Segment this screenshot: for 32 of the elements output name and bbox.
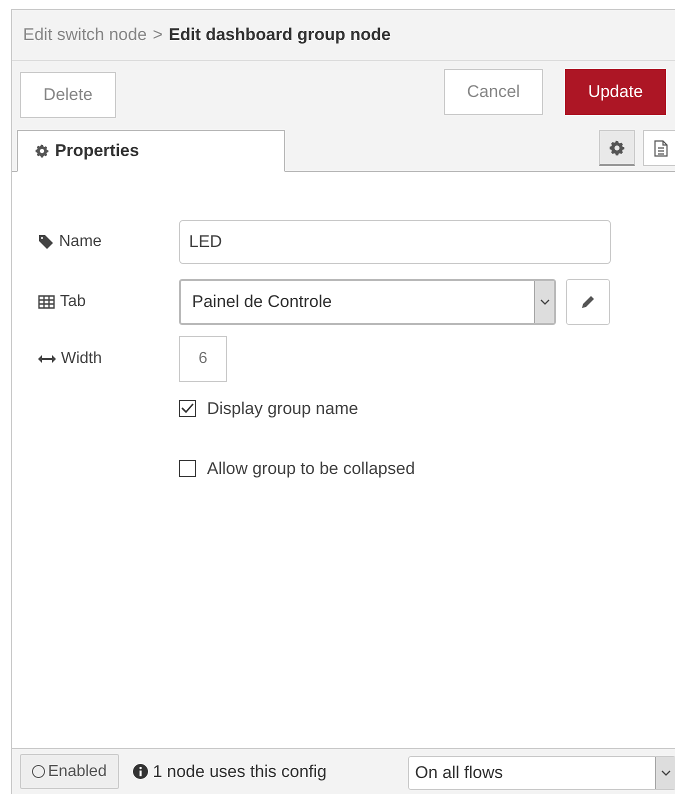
info-icon: [132, 764, 148, 779]
name-input-field[interactable]: LED: [179, 220, 611, 264]
checkbox[interactable]: [179, 400, 196, 418]
enabled-toggle-button[interactable]: Enabled: [20, 754, 119, 789]
tag-icon: [38, 234, 54, 250]
properties-tab[interactable]: Properties: [17, 130, 285, 172]
table-icon: [38, 295, 55, 309]
field-label: Tab: [60, 292, 86, 312]
chevron-down-icon: [660, 770, 670, 776]
checkbox-label: Display group name: [207, 398, 358, 420]
settings-button[interactable]: [599, 130, 635, 166]
arrows-horizontal-icon: [38, 355, 56, 363]
checkbox[interactable]: [179, 460, 196, 477]
field-label: Name: [59, 232, 102, 252]
edit-button[interactable]: [566, 279, 610, 325]
field-label: Width: [61, 349, 102, 369]
delete-button[interactable]: Delete: [20, 72, 116, 118]
tab-select[interactable]: Painel de Controle: [179, 279, 556, 325]
gear-icon: [609, 140, 625, 156]
cancel-button[interactable]: Cancel: [444, 69, 543, 115]
gear-icon: [35, 144, 49, 158]
width-input-field[interactable]: 6: [179, 336, 227, 382]
scope-select[interactable]: On all flows: [408, 756, 675, 790]
description-button[interactable]: [643, 130, 675, 166]
dialog-title: Edit dashboard group node: [168, 24, 391, 46]
update-button[interactable]: Update: [565, 69, 666, 115]
checkbox-label: Allow group to be collapsed: [207, 458, 415, 480]
document-icon: [654, 140, 668, 156]
breadcrumb-separator: >: [152, 24, 163, 46]
chevron-down-icon: [540, 299, 550, 305]
pencil-icon: [581, 295, 595, 309]
usage-text: 1 node uses this config: [152, 760, 327, 783]
